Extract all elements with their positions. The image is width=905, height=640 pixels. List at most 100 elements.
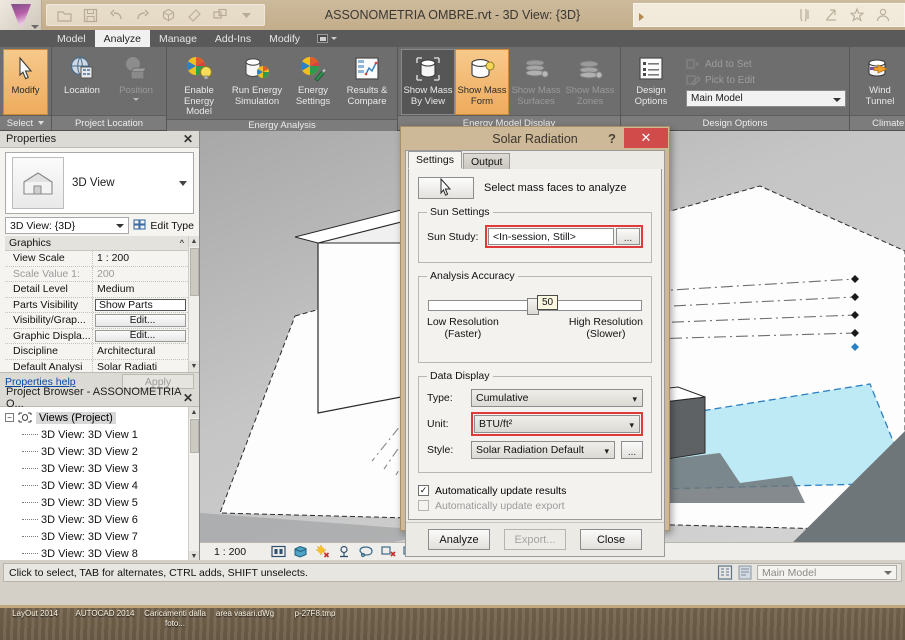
editable-only-filter-icon[interactable] [717, 565, 733, 580]
scroll-down-icon[interactable]: ▼ [188, 361, 199, 372]
redo-icon[interactable] [135, 8, 150, 23]
location-button[interactable]: Location [55, 49, 109, 115]
design-option-status-combo[interactable]: Main Model [757, 565, 897, 580]
browser-scrollbar[interactable]: ▲ ▼ [188, 407, 199, 562]
tree-root-views[interactable]: − Views (Project) [0, 409, 188, 426]
render-gallery-icon[interactable] [381, 545, 396, 559]
property-row-graphic-display[interactable]: Graphic Displa... Edit... [5, 328, 188, 344]
energy-settings-button[interactable]: Energy Settings [286, 49, 340, 119]
property-row-view-scale[interactable]: View Scale 1 : 200 [5, 251, 188, 267]
undo-icon[interactable] [109, 8, 124, 23]
wind-tunnel-button[interactable]: Wind Tunnel [853, 49, 905, 115]
open-icon[interactable] [57, 8, 72, 23]
rendering-dialog-icon[interactable] [359, 545, 374, 559]
position-button[interactable]: Position [109, 49, 163, 115]
property-row-default-analysis-display[interactable]: Default Analysi Solar Radiati [5, 359, 188, 372]
unit-combo[interactable]: BTU/ft² ▾ [474, 415, 640, 433]
auto-update-results-row[interactable]: ✓ Automatically update results [418, 483, 652, 498]
select-mass-faces-button[interactable] [418, 177, 474, 199]
desktop-icon[interactable]: area vasari.dWg [210, 609, 280, 619]
properties-group-graphics[interactable]: Graphics ^ [5, 236, 188, 251]
results-and-compare-button[interactable]: Results & Compare [340, 49, 394, 119]
property-value[interactable]: Show Parts [95, 298, 186, 311]
desktop-icon[interactable]: p-27F8.tmp [280, 609, 350, 619]
property-row-discipline[interactable]: Discipline Architectural [5, 344, 188, 360]
show-mass-by-view-button[interactable]: Show Mass By View [401, 49, 455, 115]
list-item[interactable]: 3D View: 3D View 2 [0, 443, 188, 460]
favorites-star-icon[interactable] [850, 7, 864, 23]
modify-button[interactable]: Modify [3, 49, 48, 115]
show-mass-surfaces-button[interactable]: Show Mass Surfaces [509, 49, 563, 115]
property-edit-button[interactable]: Edit... [95, 314, 186, 327]
accuracy-slider-track[interactable] [428, 298, 642, 315]
style-combo[interactable]: Solar Radiation Default ▾ [471, 441, 615, 459]
enable-energy-model-button[interactable]: Enable Energy Model [170, 49, 228, 119]
scroll-up-icon[interactable]: ▲ [188, 407, 199, 418]
list-item[interactable]: 3D View: 3D View 4 [0, 477, 188, 494]
expand-search-arrow-icon[interactable] [639, 13, 644, 21]
pick-to-edit-item[interactable]: Pick to Edit [686, 74, 846, 87]
tab-output[interactable]: Output [462, 153, 511, 169]
design-option-combo[interactable]: Main Model [686, 89, 846, 107]
run-energy-simulation-button[interactable]: Run Energy Simulation [228, 49, 286, 119]
style-browse-button[interactable]: ... [621, 441, 643, 459]
show-mass-form-button[interactable]: Show Mass Form [455, 49, 509, 115]
tab-analyze[interactable]: Analyze [94, 30, 150, 47]
edit-type-button[interactable]: Edit Type [133, 218, 194, 234]
collapse-toggle-icon[interactable]: − [5, 413, 14, 422]
scrollbar-thumb[interactable] [189, 419, 199, 453]
list-item[interactable]: 3D View: 3D View 1 [0, 426, 188, 443]
visual-style-icon[interactable] [293, 545, 308, 559]
tab-manage[interactable]: Manage [150, 30, 206, 47]
measure-icon[interactable] [187, 8, 202, 23]
collapse-icon[interactable]: ^ [180, 238, 184, 248]
dialog-title-bar[interactable]: Solar Radiation ? ✕ [401, 127, 669, 150]
desktop-icon[interactable]: LayOut 2014 [0, 609, 70, 619]
list-item[interactable]: 3D View: 3D View 3 [0, 460, 188, 477]
property-row-parts-visibility[interactable]: Parts Visibility Show Parts [5, 297, 188, 313]
close-icon[interactable]: ✕ [183, 391, 193, 405]
checkbox-checked-icon[interactable]: ✓ [418, 485, 429, 496]
tab-add-ins[interactable]: Add-Ins [206, 30, 260, 47]
tab-modify[interactable]: Modify [260, 30, 309, 47]
infocenter-search-icon[interactable] [798, 7, 812, 23]
property-row-detail-level[interactable]: Detail Level Medium [5, 282, 188, 298]
add-to-set-item[interactable]: Add to Set [686, 58, 846, 71]
type-selector[interactable]: 3D View [5, 152, 194, 214]
save-icon[interactable] [83, 8, 98, 23]
3d-view-icon[interactable] [161, 8, 176, 23]
sign-in-icon[interactable] [824, 7, 838, 23]
desktop-icon[interactable]: AUTOCAD 2014 [70, 609, 140, 619]
list-item[interactable]: 3D View: 3D View 7 [0, 528, 188, 545]
help-icon[interactable]: ? [603, 129, 621, 147]
tile-windows-icon[interactable] [213, 8, 228, 23]
type-combo[interactable]: Cumulative ▾ [471, 389, 643, 407]
ribbon-contextual-tab-toggle[interactable] [309, 30, 345, 47]
analyze-button[interactable]: Analyze [428, 529, 490, 550]
list-item[interactable]: 3D View: 3D View 5 [0, 494, 188, 511]
panel-title-select[interactable]: Select [0, 115, 51, 130]
detail-level-icon[interactable] [271, 545, 286, 559]
sun-study-browse-button[interactable]: ... [616, 228, 640, 245]
property-row-visibility-graphics[interactable]: Visibility/Grap... Edit... [5, 313, 188, 329]
scroll-up-icon[interactable]: ▲ [188, 236, 199, 247]
user-account-icon[interactable] [876, 7, 890, 23]
close-icon[interactable]: ✕ [624, 128, 668, 148]
properties-scrollbar[interactable]: ▲ ▼ [188, 236, 199, 372]
tab-settings[interactable]: Settings [408, 151, 462, 169]
desktop-icon[interactable]: Caricamenti dalla foto... [140, 609, 210, 629]
property-edit-button[interactable]: Edit... [95, 329, 186, 342]
shadows-icon[interactable] [337, 545, 352, 559]
chevron-down-icon[interactable] [179, 181, 187, 186]
tab-model[interactable]: Model [48, 30, 95, 47]
show-mass-zones-button[interactable]: Show Mass Zones [563, 49, 617, 115]
close-button[interactable]: Close [580, 529, 642, 550]
sun-path-icon[interactable] [315, 545, 330, 559]
view-scale-label[interactable]: 1 : 200 [214, 546, 246, 558]
scrollbar-thumb[interactable] [189, 248, 199, 296]
list-item[interactable]: 3D View: 3D View 6 [0, 511, 188, 528]
close-icon[interactable]: ✕ [183, 132, 193, 146]
sun-study-value[interactable]: <In-session, Still> [488, 228, 614, 245]
view-instance-combo[interactable]: 3D View: {3D} [5, 217, 130, 234]
exclude-options-icon[interactable] [737, 565, 753, 580]
